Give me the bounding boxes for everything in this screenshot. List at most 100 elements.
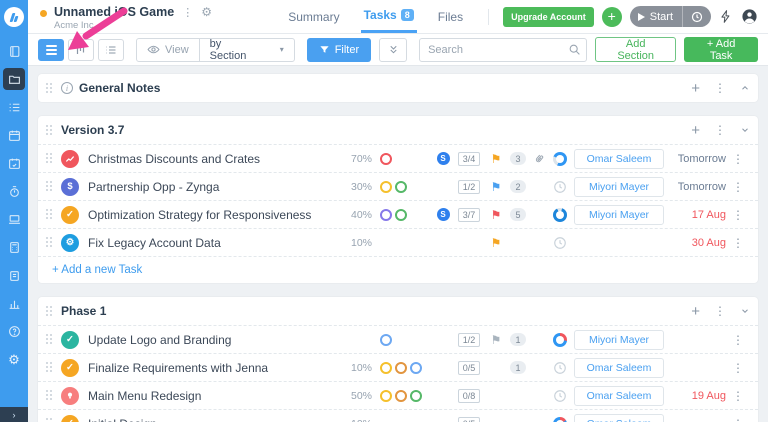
group-by-dropdown[interactable]: by Section ▾ xyxy=(199,39,294,61)
section-add-icon[interactable]: + xyxy=(691,123,700,138)
add-new-task-link[interactable]: + Add a new Task xyxy=(52,264,142,276)
reports-clipboard-icon[interactable] xyxy=(3,264,25,286)
task-menu-icon[interactable]: ⋮ xyxy=(726,180,750,194)
settings-gear-icon[interactable]: ⚙ xyxy=(3,348,25,370)
due-date[interactable]: Tomorrow xyxy=(666,153,726,165)
label-circle[interactable] xyxy=(380,362,392,374)
drag-handle-icon[interactable] xyxy=(46,362,53,373)
add-section-button[interactable]: Add Section xyxy=(595,37,676,62)
subtask-count[interactable]: 1/2 xyxy=(452,180,486,194)
time-clock-icon[interactable] xyxy=(548,180,572,194)
comment-count[interactable]: 5 xyxy=(506,208,530,221)
task-menu-icon[interactable]: ⋮ xyxy=(726,236,750,250)
task-title[interactable]: Initial Design xyxy=(88,417,338,422)
task-menu-icon[interactable]: ⋮ xyxy=(726,152,750,166)
timer-icon[interactable] xyxy=(3,180,25,202)
chevron-down-icon[interactable] xyxy=(740,306,750,316)
time-clock-icon[interactable] xyxy=(548,236,572,250)
add-task-button[interactable]: + Add Task xyxy=(684,37,758,62)
view-toggle-detailed[interactable] xyxy=(98,39,124,61)
activity-screen-icon[interactable] xyxy=(3,208,25,230)
chevron-up-icon[interactable] xyxy=(740,83,750,93)
label-circle[interactable] xyxy=(380,390,392,402)
section-menu-icon[interactable]: ⋮ xyxy=(714,304,726,318)
view-menu-button[interactable]: View xyxy=(137,39,199,61)
subtask-count[interactable]: 0/5 xyxy=(452,361,486,375)
label-circle[interactable] xyxy=(380,181,392,193)
drag-handle-icon[interactable] xyxy=(46,306,53,317)
task-title[interactable]: Partnership Opp - Zynga xyxy=(88,180,338,194)
comment-count[interactable]: 1 xyxy=(506,333,530,346)
drag-handle-icon[interactable] xyxy=(46,390,53,401)
task-title[interactable]: Fix Legacy Account Data xyxy=(88,236,338,250)
view-toggle-list[interactable] xyxy=(38,39,64,61)
label-circle[interactable] xyxy=(395,181,407,193)
timer-clock-icon[interactable] xyxy=(683,11,711,23)
section-menu-icon[interactable]: ⋮ xyxy=(714,81,726,95)
drag-handle-icon[interactable] xyxy=(46,237,53,248)
help-icon[interactable] xyxy=(3,320,25,342)
address-book-icon[interactable] xyxy=(3,40,25,62)
task-menu-icon[interactable]: ⋮ xyxy=(726,208,750,222)
expand-filters-button[interactable] xyxy=(379,38,407,62)
comment-count[interactable]: 3 xyxy=(506,152,530,165)
assignee-button[interactable]: Omar Saleem xyxy=(574,149,664,169)
tab-tasks[interactable]: Tasks8 xyxy=(361,0,417,33)
assignee-button[interactable]: Miyori Mayer xyxy=(574,330,664,350)
subtask-count[interactable]: 3/4 xyxy=(452,152,486,166)
subtask-count[interactable]: 1/2 xyxy=(452,333,486,347)
task-title[interactable]: Christmas Discounts and Crates xyxy=(88,152,338,166)
priority-flag-icon[interactable]: ⚑ xyxy=(486,334,506,346)
label-circle[interactable] xyxy=(380,209,392,221)
schedule-check-icon[interactable] xyxy=(3,152,25,174)
due-date[interactable]: 30 Aug xyxy=(666,237,726,249)
time-progress-donut[interactable] xyxy=(548,152,572,166)
assignee-button[interactable]: Omar Saleem xyxy=(574,386,664,406)
upgrade-account-button[interactable]: Upgrade Account xyxy=(503,7,594,27)
drag-handle-icon[interactable] xyxy=(46,83,53,94)
time-clock-icon[interactable] xyxy=(548,389,572,403)
time-clock-icon[interactable] xyxy=(548,361,572,375)
attachment-icon[interactable] xyxy=(530,153,548,165)
assignee-button[interactable]: Omar Saleem xyxy=(574,358,664,378)
assignee-button[interactable]: Miyori Mayer xyxy=(574,177,664,197)
subtask-count[interactable]: 0/8 xyxy=(452,389,486,403)
assignee-button[interactable]: Miyori Mayer xyxy=(574,205,664,225)
drag-handle-icon[interactable] xyxy=(46,153,53,164)
drag-handle-icon[interactable] xyxy=(46,418,53,422)
insights-chart-icon[interactable] xyxy=(3,292,25,314)
priority-flag-icon[interactable]: ⚑ xyxy=(486,153,506,165)
priority-flag-icon[interactable]: ⚑ xyxy=(486,237,506,249)
assignee-button[interactable]: Omar Saleem xyxy=(574,414,664,422)
subtask-count[interactable]: 0/5 xyxy=(452,417,486,422)
tab-summary[interactable]: Summary xyxy=(285,0,342,33)
payments-calculator-icon[interactable] xyxy=(3,236,25,258)
time-progress-donut[interactable] xyxy=(548,208,572,222)
hubstaff-logo[interactable] xyxy=(4,7,24,27)
calendar-icon[interactable] xyxy=(3,124,25,146)
label-circle[interactable] xyxy=(395,390,407,402)
todos-list-icon[interactable] xyxy=(3,96,25,118)
due-date[interactable]: Tomorrow xyxy=(666,181,726,193)
project-menu-icon[interactable]: ⋮ xyxy=(182,6,193,19)
comment-count[interactable]: 2 xyxy=(506,180,530,193)
section-add-icon[interactable]: + xyxy=(691,304,700,319)
label-circle[interactable] xyxy=(380,334,392,346)
section-menu-icon[interactable]: ⋮ xyxy=(714,123,726,137)
quick-add-button[interactable]: + xyxy=(602,7,622,27)
project-settings-icon[interactable]: ⚙ xyxy=(201,5,212,19)
due-date[interactable]: 17 Aug xyxy=(666,209,726,221)
comment-count[interactable]: 1 xyxy=(506,361,530,374)
label-circle[interactable] xyxy=(410,362,422,374)
subtask-count[interactable]: 3/7 xyxy=(452,208,486,222)
task-menu-icon[interactable]: ⋮ xyxy=(726,417,750,422)
projects-folder-icon[interactable] xyxy=(3,68,25,90)
task-title[interactable]: Optimization Strategy for Responsiveness xyxy=(88,208,338,222)
task-menu-icon[interactable]: ⋮ xyxy=(726,361,750,375)
filter-button[interactable]: Filter xyxy=(307,38,371,62)
account-avatar-icon[interactable] xyxy=(741,8,758,25)
search-input[interactable] xyxy=(419,38,587,62)
label-circle[interactable] xyxy=(410,390,422,402)
label-circle[interactable] xyxy=(380,153,392,165)
task-title[interactable]: Update Logo and Branding xyxy=(88,333,338,347)
